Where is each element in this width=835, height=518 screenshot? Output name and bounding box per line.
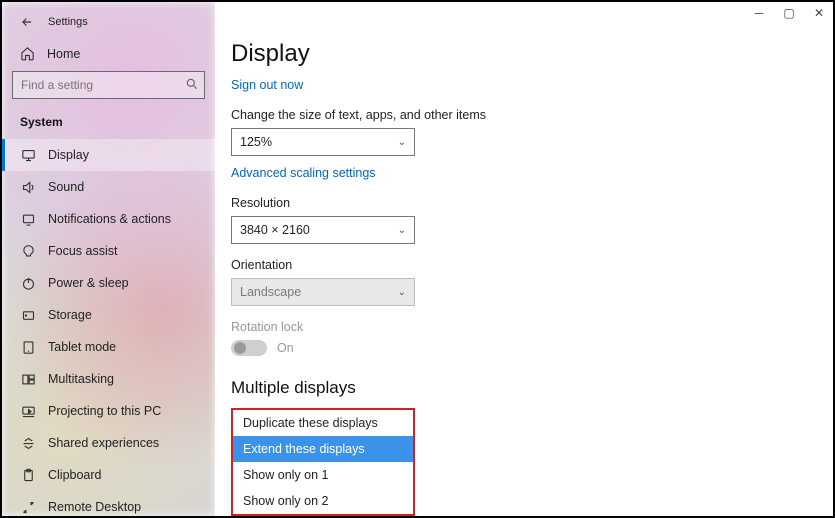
sidebar-item-multitasking[interactable]: Multitasking [2, 363, 215, 395]
focus-assist-icon [20, 243, 36, 259]
multi-display-option[interactable]: Show only on 2 [233, 488, 413, 514]
orientation-select: Landscape ⌄ [231, 278, 415, 306]
advanced-scaling-link[interactable]: Advanced scaling settings [231, 166, 376, 180]
sidebar-item-storage[interactable]: Storage [2, 299, 215, 331]
home-button[interactable]: Home [2, 32, 215, 71]
maximize-button[interactable]: ▢ [783, 6, 795, 20]
projecting-icon [20, 403, 36, 419]
sidebar-item-label: Shared experiences [48, 436, 159, 450]
home-icon [20, 46, 35, 61]
sidebar-item-label: Remote Desktop [48, 500, 141, 514]
sidebar-item-projecting-to-this-pc[interactable]: Projecting to this PC [2, 395, 215, 427]
rotation-lock-label: Rotation lock [231, 320, 817, 334]
resolution-select[interactable]: 3840 × 2160 ⌄ [231, 216, 415, 244]
sidebar-item-label: Display [48, 148, 89, 162]
resolution-label: Resolution [231, 196, 817, 210]
sidebar: Settings Home System Display Sound Notific… [2, 2, 215, 516]
storage-icon [20, 307, 36, 323]
close-button[interactable]: ✕ [813, 6, 825, 20]
notifications-icon [20, 211, 36, 227]
clipboard-icon [20, 467, 36, 483]
sidebar-item-power-sleep[interactable]: Power & sleep [2, 267, 215, 299]
sidebar-item-label: Tablet mode [48, 340, 116, 354]
sidebar-item-label: Storage [48, 308, 92, 322]
multiple-displays-header: Multiple displays [231, 378, 817, 398]
home-label: Home [47, 47, 80, 61]
sound-icon [20, 179, 36, 195]
sidebar-item-tablet-mode[interactable]: Tablet mode [2, 331, 215, 363]
sidebar-item-notifications-actions[interactable]: Notifications & actions [2, 203, 215, 235]
sidebar-item-clipboard[interactable]: Clipboard [2, 459, 215, 491]
multi-display-option[interactable]: Show only on 1 [233, 462, 413, 488]
section-title: System [2, 111, 215, 139]
orientation-label: Orientation [231, 258, 817, 272]
sidebar-item-shared-experiences[interactable]: Shared experiences [2, 427, 215, 459]
power-icon [20, 275, 36, 291]
chevron-down-icon: ⌄ [398, 287, 406, 298]
page-title: Display [231, 40, 817, 68]
sidebar-item-label: Focus assist [48, 244, 117, 258]
scale-value: 125% [240, 135, 272, 149]
app-title: Settings [48, 16, 88, 28]
sidebar-item-label: Projecting to this PC [48, 404, 161, 418]
shared-icon [20, 435, 36, 451]
multitasking-icon [20, 371, 36, 387]
main-content: Display Sign out now Change the size of … [215, 2, 833, 516]
multi-display-option[interactable]: Duplicate these displays [233, 410, 413, 436]
rotation-lock-state: On [277, 341, 294, 355]
sidebar-item-label: Sound [48, 180, 84, 194]
sidebar-item-remote-desktop[interactable]: Remote Desktop [2, 491, 215, 516]
scale-select[interactable]: 125% ⌄ [231, 128, 415, 156]
multi-display-option[interactable]: Extend these displays [233, 436, 413, 462]
search-icon [185, 77, 199, 91]
orientation-value: Landscape [240, 285, 301, 299]
sidebar-item-sound[interactable]: Sound [2, 171, 215, 203]
remote-desktop-icon [20, 499, 36, 515]
sidebar-item-display[interactable]: Display [2, 139, 215, 171]
sidebar-item-label: Notifications & actions [48, 212, 171, 226]
sidebar-item-label: Power & sleep [48, 276, 129, 290]
rotation-lock-toggle [231, 340, 267, 356]
sidebar-item-label: Clipboard [48, 468, 102, 482]
multiple-displays-dropdown[interactable]: Duplicate these displaysExtend these dis… [231, 408, 415, 516]
tablet-icon [20, 339, 36, 355]
chevron-down-icon: ⌄ [398, 137, 406, 148]
sidebar-item-label: Multitasking [48, 372, 114, 386]
sign-out-link[interactable]: Sign out now [231, 78, 303, 92]
scale-label: Change the size of text, apps, and other… [231, 108, 817, 122]
minimize-button[interactable]: ─ [753, 6, 765, 20]
resolution-value: 3840 × 2160 [240, 223, 310, 237]
back-button[interactable] [20, 15, 34, 29]
chevron-down-icon: ⌄ [398, 225, 406, 236]
sidebar-item-focus-assist[interactable]: Focus assist [2, 235, 215, 267]
display-icon [20, 147, 36, 163]
search-input[interactable] [12, 71, 205, 99]
